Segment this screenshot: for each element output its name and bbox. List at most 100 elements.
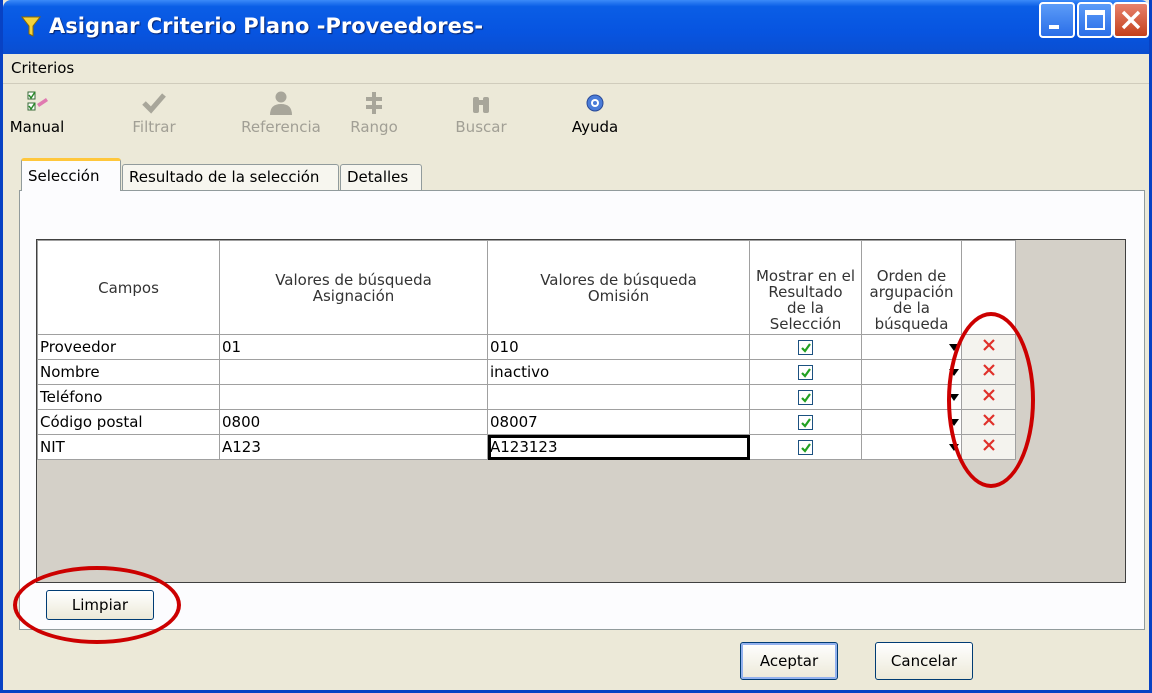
buscar-button[interactable]: Buscar bbox=[451, 90, 511, 136]
header-campos-text: Campos bbox=[98, 278, 159, 297]
cell-omision[interactable]: inactivo bbox=[487, 359, 750, 385]
minimize-icon bbox=[1049, 25, 1059, 29]
delete-x-icon bbox=[982, 339, 995, 351]
cell-campo: Teléfono bbox=[37, 384, 220, 410]
binoculars-icon bbox=[473, 97, 489, 113]
mostrar-checkbox[interactable] bbox=[798, 365, 813, 380]
cell-omision[interactable]: 010 bbox=[487, 334, 750, 360]
header-omision-line2: Omisión bbox=[587, 286, 650, 305]
cell-orden[interactable] bbox=[861, 434, 962, 460]
aceptar-button[interactable]: Aceptar bbox=[740, 642, 838, 680]
rango-button[interactable]: Rango bbox=[349, 90, 399, 136]
tab-detalles-label: Detalles bbox=[347, 168, 409, 186]
ayuda-button[interactable]: Ayuda bbox=[569, 90, 621, 136]
delete-row-button[interactable] bbox=[961, 409, 1016, 435]
manual-button[interactable]: Manual bbox=[9, 90, 65, 136]
tab-resultado-label: Resultado de la selección bbox=[129, 168, 320, 186]
cell-campo: Código postal bbox=[37, 409, 220, 435]
close-icon bbox=[1121, 10, 1141, 30]
mostrar-checkbox[interactable] bbox=[798, 440, 813, 455]
cell-orden[interactable] bbox=[861, 409, 962, 435]
cell-orden[interactable] bbox=[861, 334, 962, 360]
header-delete bbox=[961, 240, 1016, 335]
criteria-table: Campos Valores de búsqueda Asignación Va… bbox=[37, 240, 1016, 460]
referencia-button[interactable]: Referencia bbox=[235, 90, 327, 136]
cell-mostrar bbox=[749, 334, 862, 360]
delete-row-button[interactable] bbox=[961, 434, 1016, 460]
cell-mostrar bbox=[749, 384, 862, 410]
cell-asignacion[interactable]: A123 bbox=[219, 434, 488, 460]
cell-omision[interactable] bbox=[487, 384, 750, 410]
minimize-button[interactable] bbox=[1039, 2, 1075, 38]
header-orden-line4: búsqueda bbox=[874, 315, 949, 333]
delete-x-icon bbox=[982, 439, 995, 451]
cell-campo: NIT bbox=[37, 434, 220, 460]
checkmark-icon bbox=[801, 393, 811, 403]
checklist-icon bbox=[27, 91, 48, 111]
table-row: Proveedor 01 010 bbox=[37, 334, 1016, 360]
referencia-label: Referencia bbox=[241, 118, 321, 136]
dropdown-arrow-icon[interactable] bbox=[949, 394, 959, 402]
tab-detalles[interactable]: Detalles bbox=[340, 164, 422, 190]
ayuda-label: Ayuda bbox=[571, 118, 619, 136]
cell-orden[interactable] bbox=[861, 359, 962, 385]
tab-seleccion[interactable]: Selección bbox=[21, 158, 121, 191]
mostrar-checkbox[interactable] bbox=[798, 340, 813, 355]
filtrar-button[interactable]: Filtrar bbox=[129, 90, 179, 136]
cancelar-button[interactable]: Cancelar bbox=[875, 642, 973, 680]
mostrar-checkbox[interactable] bbox=[798, 390, 813, 405]
cell-mostrar bbox=[749, 409, 862, 435]
delete-row-button[interactable] bbox=[961, 384, 1016, 410]
table-row: NIT A123 A123123 bbox=[37, 434, 1016, 460]
filtrar-label: Filtrar bbox=[132, 118, 176, 136]
table-row: Nombre inactivo bbox=[37, 359, 1016, 385]
maximize-icon bbox=[1085, 10, 1105, 30]
menu-bar: Criterios bbox=[3, 54, 1149, 84]
cell-campo: Proveedor bbox=[37, 334, 220, 360]
delete-row-button[interactable] bbox=[961, 359, 1016, 385]
title-bar[interactable]: Asignar Criterio Plano -Proveedores- bbox=[3, 0, 1149, 54]
criteria-grid: Campos Valores de búsqueda Asignación Va… bbox=[36, 239, 1126, 583]
rango-label: Rango bbox=[350, 118, 398, 136]
manual-label: Manual bbox=[9, 118, 65, 136]
header-campos: Campos bbox=[37, 240, 220, 335]
checkmark-icon bbox=[801, 418, 811, 428]
mostrar-checkbox[interactable] bbox=[798, 415, 813, 430]
delete-x-icon bbox=[982, 364, 995, 376]
close-button[interactable] bbox=[1113, 2, 1149, 38]
table-row: Teléfono bbox=[37, 384, 1016, 410]
table-row: Código postal 0800 08007 bbox=[37, 409, 1016, 435]
dropdown-arrow-icon[interactable] bbox=[949, 344, 959, 352]
dialog-window: Asignar Criterio Plano -Proveedores- Cri… bbox=[0, 0, 1152, 693]
header-mostrar: Mostrar en el Resultado de la Selección bbox=[749, 240, 862, 335]
dropdown-arrow-icon[interactable] bbox=[949, 444, 959, 452]
maximize-button[interactable] bbox=[1077, 2, 1113, 38]
checkmark-icon bbox=[801, 343, 811, 353]
tab-panel-seleccion: Campos Valores de búsqueda Asignación Va… bbox=[19, 190, 1145, 630]
header-omision: Valores de búsqueda Omisión bbox=[487, 240, 750, 335]
header-asignacion-line2: Asignación bbox=[312, 286, 395, 305]
checkmark-icon bbox=[801, 368, 811, 378]
limpiar-button[interactable]: Limpiar bbox=[46, 590, 154, 620]
menu-criterios[interactable]: Criterios bbox=[11, 59, 74, 77]
buscar-label: Buscar bbox=[455, 118, 507, 136]
cell-orden[interactable] bbox=[861, 384, 962, 410]
cell-asignacion[interactable] bbox=[219, 384, 488, 410]
header-mostrar-line4: Selección bbox=[769, 315, 842, 333]
window-title: Asignar Criterio Plano -Proveedores- bbox=[49, 14, 484, 38]
checkmark-icon bbox=[142, 93, 166, 114]
cell-asignacion[interactable]: 01 bbox=[219, 334, 488, 360]
dropdown-arrow-icon[interactable] bbox=[949, 369, 959, 377]
cell-asignacion[interactable] bbox=[219, 359, 488, 385]
funnel-icon bbox=[21, 16, 41, 37]
help-icon bbox=[586, 94, 604, 112]
tab-resultado[interactable]: Resultado de la selección bbox=[122, 164, 339, 190]
cell-mostrar bbox=[749, 359, 862, 385]
dropdown-arrow-icon[interactable] bbox=[949, 419, 959, 427]
delete-row-button[interactable] bbox=[961, 334, 1016, 360]
cancelar-label: Cancelar bbox=[890, 652, 958, 670]
cell-omision[interactable]: 08007 bbox=[487, 409, 750, 435]
user-icon bbox=[270, 91, 292, 115]
cell-omision-selected[interactable]: A123123 bbox=[487, 434, 750, 460]
cell-asignacion[interactable]: 0800 bbox=[219, 409, 488, 435]
